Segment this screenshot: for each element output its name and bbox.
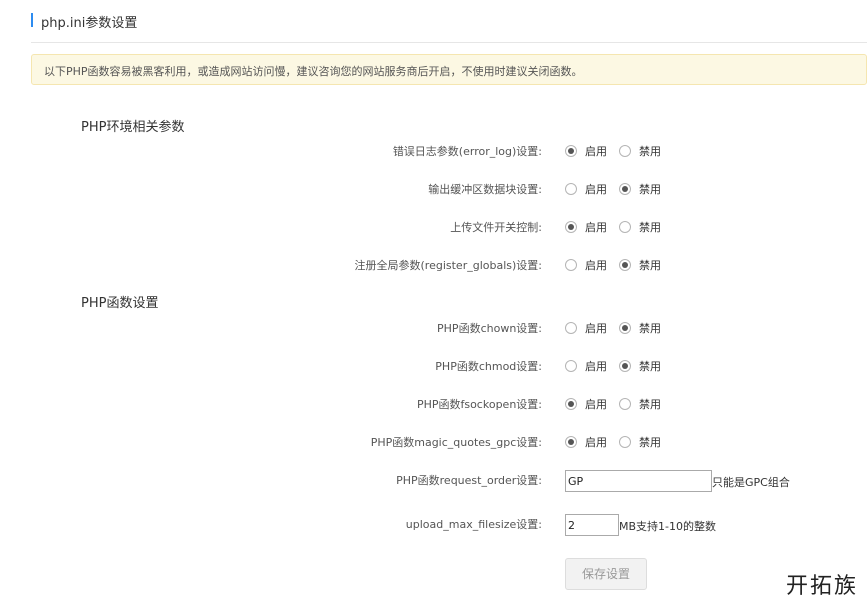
radio-disable[interactable]: 禁用 [619, 320, 661, 336]
radio-circle-icon[interactable] [565, 436, 577, 448]
radio-enable[interactable]: 启用 [565, 181, 607, 197]
setting-row-register-globals: 注册全局参数(register_globals)设置: 启用 禁用 [0, 254, 867, 276]
setting-row-magic-quotes: PHP函数magic_quotes_gpc设置: 启用 禁用 [0, 431, 867, 453]
radio-circle-icon[interactable] [565, 398, 577, 410]
radio-circle-icon[interactable] [619, 322, 631, 334]
radio-disable[interactable]: 禁用 [619, 219, 661, 235]
section-title-env: PHP环境相关参数 [81, 120, 185, 135]
setting-row-upload-max: upload_max_filesize设置: [0, 513, 867, 535]
radio-enable[interactable]: 启用 [565, 358, 607, 374]
radio-circle-icon[interactable] [619, 183, 631, 195]
radio-circle-icon[interactable] [565, 221, 577, 233]
radio-circle-icon[interactable] [619, 259, 631, 271]
setting-label: upload_max_filesize设置: [405, 518, 542, 531]
radio-circle-icon[interactable] [619, 221, 631, 233]
header-accent-bar [31, 13, 33, 27]
setting-label: 错误日志参数(error_log)设置: [392, 145, 542, 158]
radio-circle-icon[interactable] [565, 322, 577, 334]
setting-row-file-uploads: 上传文件开关控制: 启用 禁用 [0, 216, 867, 238]
radio-circle-icon[interactable] [565, 183, 577, 195]
setting-label: PHP函数request_order设置: [396, 474, 542, 487]
radio-circle-icon[interactable] [565, 145, 577, 157]
radio-disable[interactable]: 禁用 [619, 181, 661, 197]
setting-row-chown: PHP函数chown设置: 启用 禁用 [0, 317, 867, 339]
radio-circle-icon[interactable] [565, 360, 577, 372]
radio-disable[interactable]: 禁用 [619, 257, 661, 273]
setting-row-fsockopen: PHP函数fsockopen设置: 启用 禁用 [0, 393, 867, 415]
setting-row-chmod: PHP函数chmod设置: 启用 禁用 [0, 355, 867, 377]
setting-label: PHP函数chown设置: [437, 322, 542, 335]
radio-enable[interactable]: 启用 [565, 219, 607, 235]
radio-enable[interactable]: 启用 [565, 143, 607, 159]
upload-max-hint: MB支持1-10的整数 [619, 520, 717, 533]
setting-label: 输出缓冲区数据块设置: [428, 183, 542, 196]
radio-disable[interactable]: 禁用 [619, 396, 661, 412]
notice-text: 以下PHP函数容易被黑客利用，或造成网站访问慢，建议咨询您的网站服务商后开启，不… [44, 65, 583, 78]
page-header: php.ini参数设置 [31, 10, 867, 43]
warning-notice: 以下PHP函数容易被黑客利用，或造成网站访问慢，建议咨询您的网站服务商后开启，不… [31, 54, 867, 85]
radio-disable[interactable]: 禁用 [619, 143, 661, 159]
page-title: php.ini参数设置 [41, 16, 138, 31]
watermark-logo: 开拓族 [786, 574, 859, 599]
setting-label: 上传文件开关控制: [450, 221, 542, 234]
radio-circle-icon[interactable] [619, 398, 631, 410]
request-order-hint: 只能是GPC组合 [712, 476, 790, 489]
radio-enable[interactable]: 启用 [565, 396, 607, 412]
setting-label: PHP函数magic_quotes_gpc设置: [370, 436, 542, 449]
radio-circle-icon[interactable] [619, 360, 631, 372]
radio-enable[interactable]: 启用 [565, 257, 607, 273]
radio-enable[interactable]: 启用 [565, 320, 607, 336]
radio-circle-icon[interactable] [619, 145, 631, 157]
radio-enable[interactable]: 启用 [565, 434, 607, 450]
setting-label: PHP函数chmod设置: [435, 360, 542, 373]
setting-label: 注册全局参数(register_globals)设置: [354, 259, 543, 272]
setting-row-output-buffer: 输出缓冲区数据块设置: 启用 禁用 [0, 178, 867, 200]
radio-disable[interactable]: 禁用 [619, 434, 661, 450]
save-settings-button[interactable]: 保存设置 [565, 558, 647, 590]
radio-disable[interactable]: 禁用 [619, 358, 661, 374]
section-title-functions: PHP函数设置 [81, 296, 159, 311]
radio-circle-icon[interactable] [565, 259, 577, 271]
upload-max-filesize-input[interactable] [565, 514, 619, 536]
radio-circle-icon[interactable] [619, 436, 631, 448]
setting-row-error-log: 错误日志参数(error_log)设置: 启用 禁用 [0, 140, 867, 162]
request-order-input[interactable] [565, 470, 712, 492]
setting-label: PHP函数fsockopen设置: [416, 398, 542, 411]
